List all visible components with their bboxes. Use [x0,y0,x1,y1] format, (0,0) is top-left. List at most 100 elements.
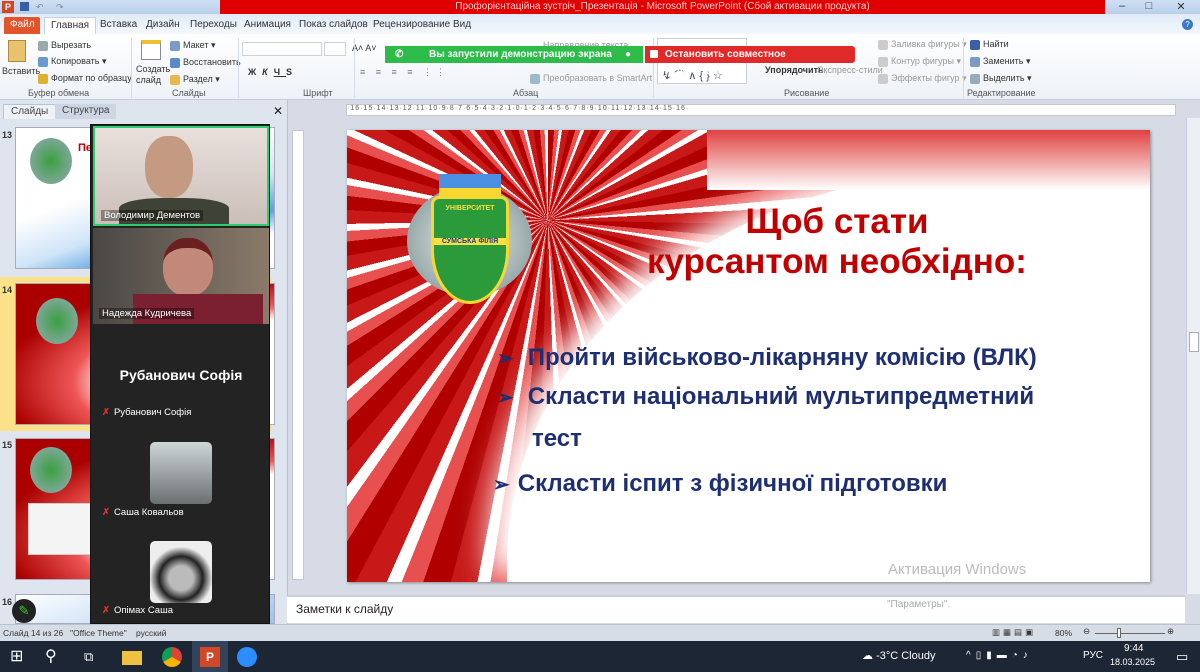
replace-button[interactable]: Заменить ▾ [970,56,1030,67]
font-format-buttons[interactable]: ЖКЧS [248,67,298,77]
notifications-icon[interactable]: ▭ [1176,649,1188,664]
undo-icon[interactable]: ↶ [36,2,44,13]
shield-icon: ● [625,49,632,60]
share-status-text: Вы запустили демонстрацию экрана [429,49,612,60]
participant-name: Опімах Саша [113,605,173,616]
notes-pane[interactable]: Заметки к слайду "Параметры". [287,595,1185,623]
copy-button[interactable]: Копировать ▾ [38,56,107,67]
tab-review[interactable]: Рецензирование [367,17,456,34]
shape-fill-button[interactable]: Заливка фигуры ▾ [878,39,967,50]
participant-video[interactable]: Надежда Кудричева [93,228,269,324]
powerpoint-taskbar-icon[interactable]: P [200,647,220,667]
layout-icon [170,40,180,51]
replace-label: Заменить [983,56,1024,66]
layout-button[interactable]: Макет ▾ [170,40,216,51]
search-icon[interactable]: ⚲ [45,647,65,667]
zoom-slider-thumb[interactable] [1117,628,1121,638]
file-explorer-icon[interactable] [122,651,142,665]
windows-start-icon[interactable]: ⊞ [10,647,30,667]
stop-share-button[interactable]: Остановить совместное использование [645,46,855,77]
quick-styles-button[interactable]: Экспресс-стили [817,65,883,75]
close-panel-button[interactable]: ✕ [273,104,283,118]
italic-button[interactable]: К [262,67,274,77]
paste-button[interactable]: Вставить [2,66,40,76]
tab-file[interactable]: Файл [4,17,40,34]
scroll-thumb[interactable] [1189,332,1199,352]
video-participants-panel: Володимир Дементов Надежда Кудричева Руб… [90,124,270,624]
arrange-button[interactable]: Упорядочить [765,65,824,75]
minimize-button[interactable]: – [1110,0,1134,12]
logo-thumb [30,447,72,493]
logo-thumb [36,298,78,344]
divider [354,38,355,98]
help-icon[interactable]: ? [1182,19,1193,30]
smartart-icon [530,73,540,84]
align-buttons[interactable]: ≡ ≡ ≡ ≡ ⋮⋮ [360,67,449,78]
tab-transitions[interactable]: Переходы [184,17,243,34]
participant-tile[interactable]: ✗ Опімах Саша [93,525,269,621]
grow-font-button[interactable]: A˄ A˅ [352,43,377,53]
slide-canvas[interactable]: УНІВЕРСИТЕТ СУМСЬКА ФІЛІЯ Щоб стати курс… [347,130,1150,582]
tab-insert[interactable]: Вставка [94,17,143,34]
underline-button[interactable]: Ч [274,67,286,77]
section-button[interactable]: Раздел ▾ [170,74,220,85]
participant-name-tag: ✗ Рубанович Софія [99,407,194,418]
smartart-button[interactable]: Преобразовать в SmartArt [530,73,652,84]
bullet-item: ➢ Скласти національний мультипредметний [497,383,1034,411]
university-logo: УНІВЕРСИТЕТ СУМСЬКА ФІЛІЯ [407,166,532,316]
task-view-icon[interactable]: ⧉ [84,647,104,667]
input-language[interactable]: РУС [1083,650,1103,662]
vertical-ruler [292,130,304,580]
status-bar: Слайд 14 из 26 "Office Theme" русский ▥▦… [0,624,1200,641]
tab-view[interactable]: Вид [447,17,477,34]
group-paragraph: Абзац [513,88,539,98]
tab-outline[interactable]: Структура [55,104,117,119]
format-painter-button[interactable]: Формат по образцу [38,73,132,84]
zoom-slider[interactable] [1095,633,1165,634]
clock-time[interactable]: 9:44 [1124,643,1143,655]
zoom-out-button[interactable]: ⊖ [1083,626,1090,637]
maximize-button[interactable]: □ [1137,0,1161,12]
find-button[interactable]: Найти [970,39,1009,50]
vertical-scrollbar[interactable] [1186,118,1200,594]
effects-label: Эффекты фигур [891,73,960,83]
cut-button[interactable]: Вырезать [38,40,91,51]
zoom-in-button[interactable]: ⊕ [1167,626,1174,637]
arrow-bullet-icon: ➢ [493,474,510,496]
zoom-app-icon[interactable] [237,647,257,667]
participant-tile[interactable]: Рубанович Софія ✗ Рубанович Софія [93,325,269,425]
weather-widget[interactable]: ☁ -3°C Cloudy [862,649,935,663]
zoom-level[interactable]: 80% [1055,628,1072,638]
theme-name[interactable]: "Office Theme" [70,628,127,638]
tab-design[interactable]: Дизайн [140,17,186,34]
participant-name: Рубанович Софія [113,407,192,418]
font-name-select[interactable] [242,42,322,56]
chrome-icon[interactable] [162,647,182,667]
participant-tile[interactable]: ✗ Саша Ковальов [93,425,269,525]
clock-date[interactable]: 18.03.2025 [1110,657,1155,668]
tab-home[interactable]: Главная [44,17,97,34]
slide-number: 16 [2,597,13,607]
tab-slides[interactable]: Слайды [3,104,57,119]
shape-outline-button[interactable]: Контур фигуры ▾ [878,56,961,67]
smartart-label: Преобразовать в SmartArt [543,73,653,83]
tab-animation[interactable]: Анимация [238,17,297,34]
new-slide-button[interactable]: Создать слайд [136,64,170,86]
tab-slideshow[interactable]: Показ слайдов [293,17,374,34]
reset-button[interactable]: Восстановить [170,57,241,68]
system-tray-icons[interactable]: ^▯▮▬◔♪ [966,649,1033,663]
outline-icon [878,56,888,67]
font-size-select[interactable] [324,42,346,56]
redo-icon[interactable]: ↷ [56,2,64,13]
bold-button[interactable]: Ж [248,67,262,77]
language[interactable]: русский [136,628,167,638]
select-button[interactable]: Выделить ▾ [970,73,1032,84]
replace-icon [970,56,980,67]
save-icon[interactable] [20,2,29,11]
annotate-pen-button[interactable]: ✎ [12,599,36,623]
shape-effects-button[interactable]: Эффекты фигур ▾ [878,73,967,84]
view-buttons[interactable]: ▥▦▤▣ [992,627,1036,638]
participant-video[interactable]: Володимир Дементов [93,126,269,226]
close-button[interactable]: ✕ [1166,0,1196,13]
strike-button[interactable]: S [286,67,298,77]
